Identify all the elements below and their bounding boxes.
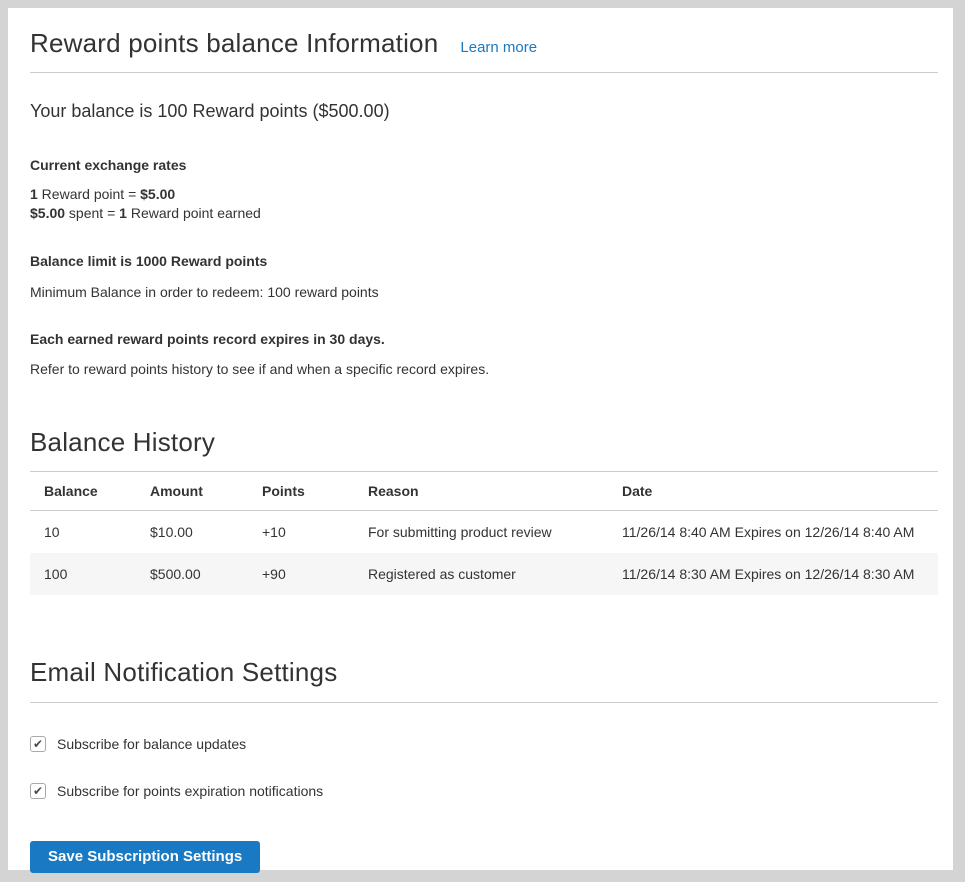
- balance-updates-checkbox[interactable]: [30, 736, 46, 752]
- balance-history-heading: Balance History: [30, 427, 938, 458]
- balance-limit-label: Balance limit is 1000 Reward points: [30, 253, 938, 269]
- learn-more-link[interactable]: Learn more: [460, 39, 537, 56]
- cell-balance: 10: [30, 511, 136, 554]
- exchange-rate-lines: 1 Reward point = $5.00 $5.00 spent = 1 R…: [30, 185, 938, 223]
- expiration-note: Refer to reward points history to see if…: [30, 361, 938, 377]
- column-header-amount: Amount: [136, 472, 248, 511]
- table-row: 10 $10.00 +10 For submitting product rev…: [30, 511, 938, 554]
- column-header-date: Date: [608, 472, 938, 511]
- rate-line-spend: $5.00 spent = 1 Reward point earned: [30, 205, 261, 221]
- cell-balance: 100: [30, 553, 136, 595]
- column-header-points: Points: [248, 472, 354, 511]
- cell-amount: $500.00: [136, 553, 248, 595]
- page-title: Reward points balance Information: [30, 28, 438, 59]
- cell-date: 11/26/14 8:40 AM Expires on 12/26/14 8:4…: [608, 511, 938, 554]
- balance-history-table: Balance Amount Points Reason Date 10 $10…: [30, 471, 938, 595]
- expiration-notifications-label: Subscribe for points expiration notifica…: [57, 783, 323, 799]
- cell-points: +10: [248, 511, 354, 554]
- save-subscription-settings-button[interactable]: Save Subscription Settings: [30, 841, 260, 873]
- cell-date: 11/26/14 8:30 AM Expires on 12/26/14 8:3…: [608, 553, 938, 595]
- table-row: 100 $500.00 +90 Registered as customer 1…: [30, 553, 938, 595]
- page-header: Reward points balance Information Learn …: [30, 22, 938, 73]
- cell-reason: Registered as customer: [354, 553, 608, 595]
- cell-reason: For submitting product review: [354, 511, 608, 554]
- exchange-rates-heading: Current exchange rates: [30, 157, 938, 173]
- cell-points: +90: [248, 553, 354, 595]
- expiration-notifications-checkbox[interactable]: [30, 783, 46, 799]
- balance-summary: Your balance is 100 Reward points ($500.…: [30, 101, 938, 122]
- table-header-row: Balance Amount Points Reason Date: [30, 472, 938, 511]
- balance-updates-row: Subscribe for balance updates: [30, 736, 938, 752]
- reward-points-card: Reward points balance Information Learn …: [8, 8, 953, 870]
- balance-updates-label: Subscribe for balance updates: [57, 736, 246, 752]
- cell-amount: $10.00: [136, 511, 248, 554]
- expiration-notifications-row: Subscribe for points expiration notifica…: [30, 783, 938, 799]
- column-header-balance: Balance: [30, 472, 136, 511]
- email-settings-heading: Email Notification Settings: [30, 657, 938, 703]
- rate-line-earn: 1 Reward point = $5.00: [30, 186, 175, 202]
- min-balance-text: Minimum Balance in order to redeem: 100 …: [30, 284, 938, 300]
- column-header-reason: Reason: [354, 472, 608, 511]
- expiration-label: Each earned reward points record expires…: [30, 331, 938, 347]
